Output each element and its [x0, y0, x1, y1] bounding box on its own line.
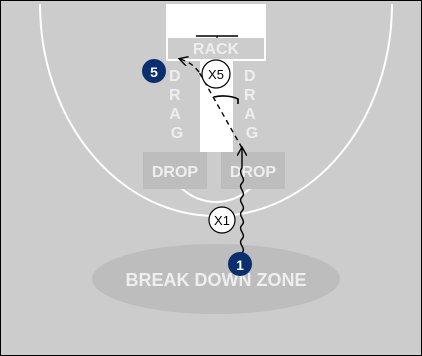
player-1-label: 1 — [236, 257, 244, 273]
break-down-zone-label: BREAK DOWN ZONE — [126, 270, 307, 290]
rack-zone-label: RACK — [193, 41, 240, 58]
drag-right-letter-2: R — [244, 87, 256, 104]
defender-x5-label: X5 — [208, 67, 224, 82]
diagram-stage: RACK D R A G D R A G DROP DROP BREAK DOW… — [0, 0, 422, 356]
drag-right-letter-1: D — [244, 68, 256, 85]
drag-left-letter-1: D — [169, 68, 181, 85]
drag-left-letter-4: G — [171, 125, 183, 142]
court-diagram: RACK D R A G D R A G DROP DROP BREAK DOW… — [0, 0, 422, 356]
drag-left-letter-3: A — [169, 106, 181, 123]
drop-left-label: DROP — [152, 164, 199, 181]
drag-left-letter-2: R — [169, 87, 181, 104]
player-5-label: 5 — [150, 64, 158, 80]
drop-right-label: DROP — [230, 164, 277, 181]
drag-right-letter-4: G — [246, 125, 258, 142]
defender-x1-label: X1 — [214, 213, 230, 228]
drag-right-letter-3: A — [244, 106, 256, 123]
